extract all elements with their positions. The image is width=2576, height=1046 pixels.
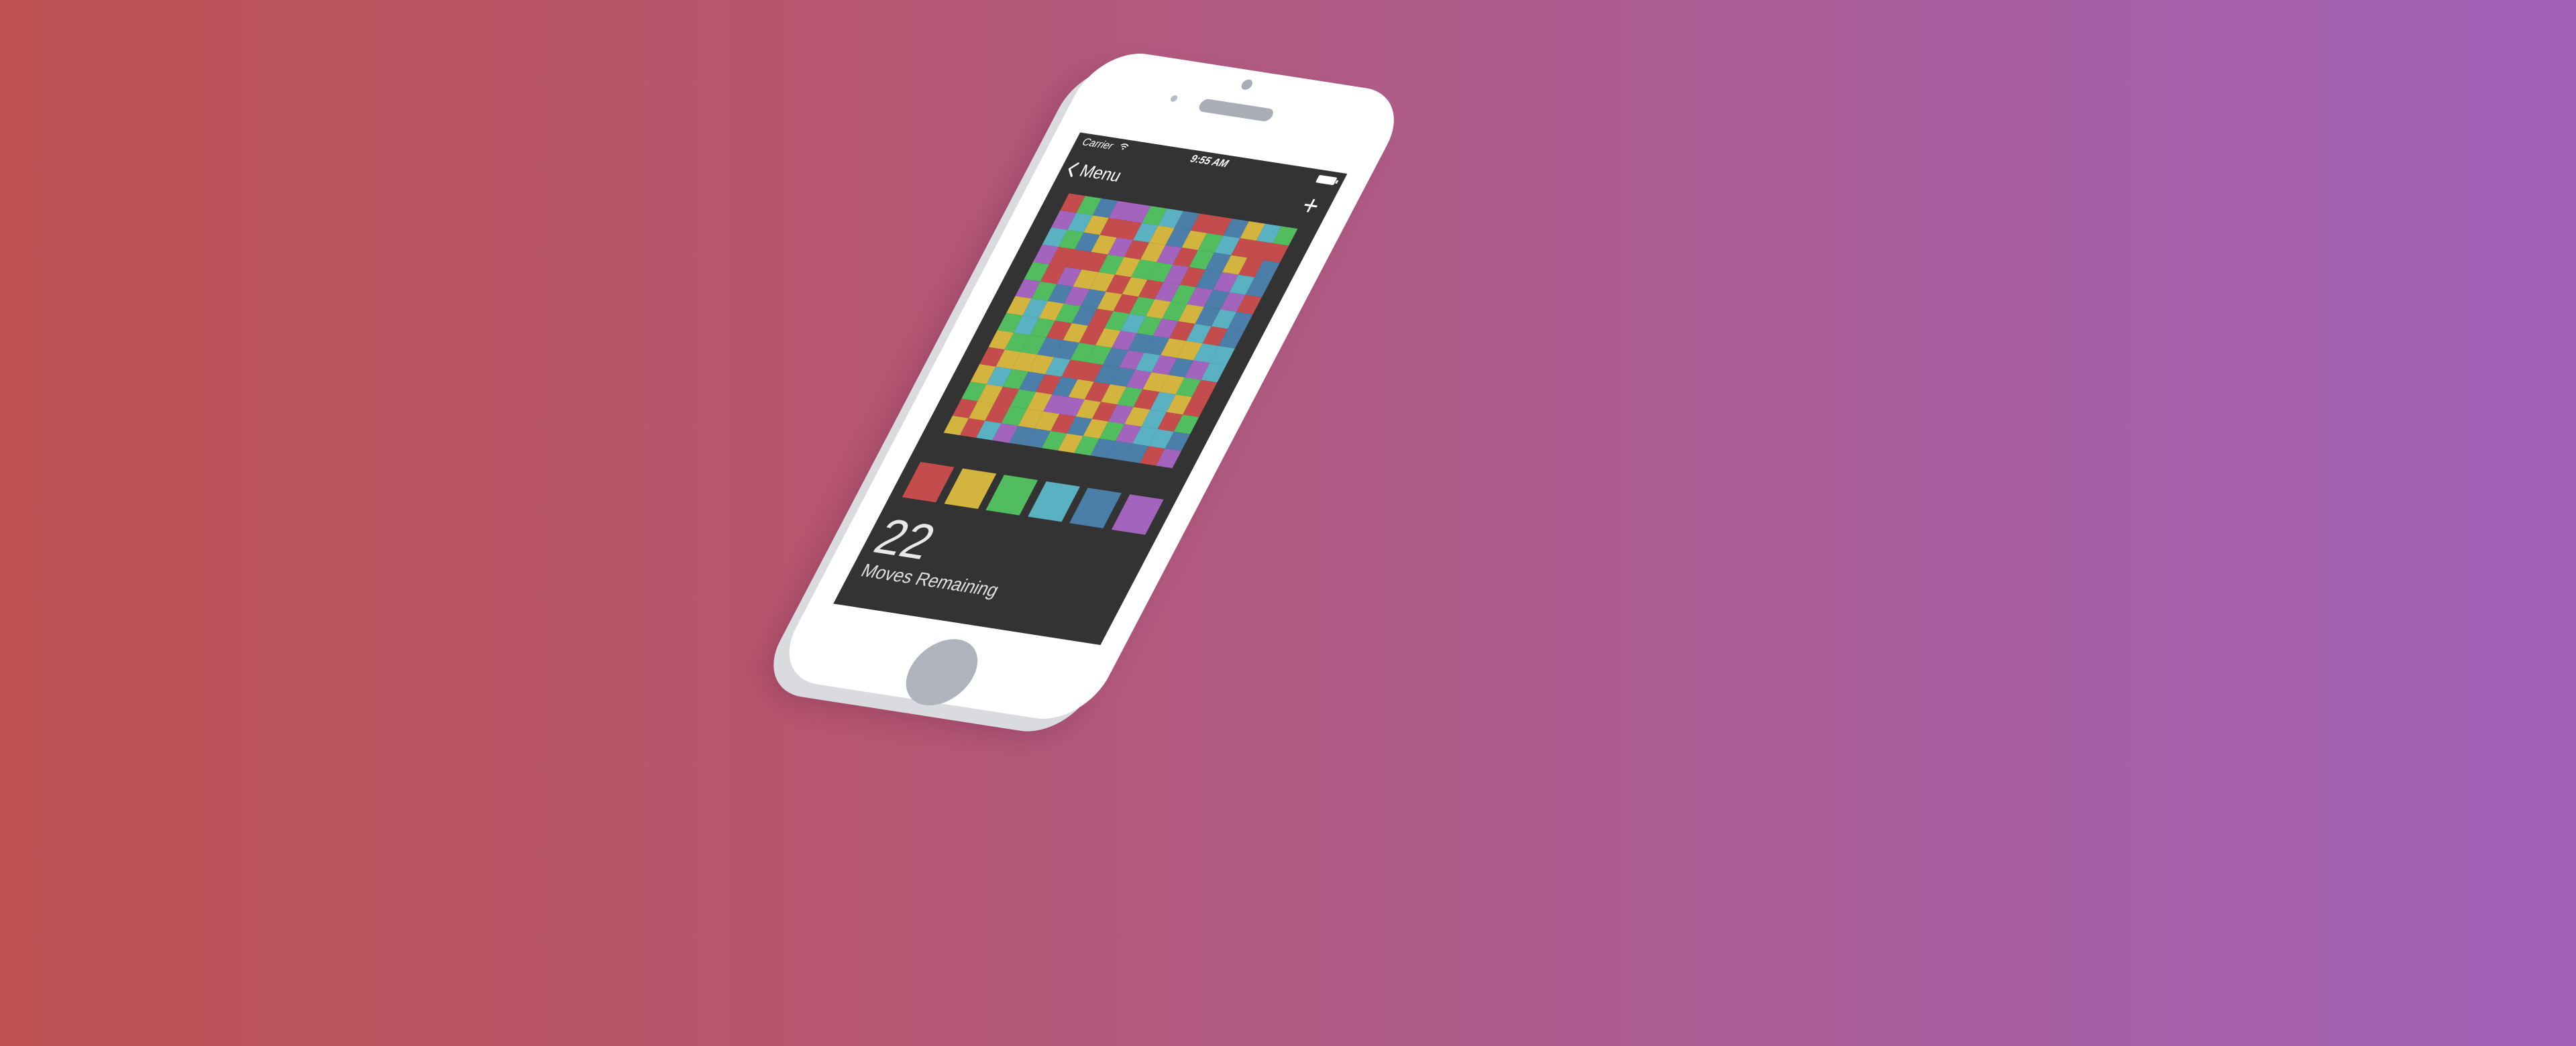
back-to-menu-button[interactable]: Menu (1063, 158, 1126, 186)
color-swatch-yellow[interactable] (944, 468, 996, 509)
color-picker (902, 461, 1164, 535)
front-camera-icon (1239, 78, 1254, 91)
color-swatch-purple[interactable] (1111, 494, 1164, 535)
color-swatch-blue[interactable] (1069, 487, 1122, 528)
device-stage: Carrier 9:55 AM Menu + 22 Moves Remainin… (770, 47, 1650, 999)
moves-remaining-count: 22 (865, 508, 945, 571)
proximity-sensor (1169, 95, 1179, 103)
game-board (943, 193, 1298, 469)
app-screen: Carrier 9:55 AM Menu + 22 Moves Remainin… (833, 132, 1348, 646)
back-button-label: Menu (1076, 160, 1126, 186)
moves-remaining-label: Moves Remaining (857, 560, 1003, 601)
color-swatch-red[interactable] (902, 461, 955, 503)
color-swatch-teal[interactable] (1027, 481, 1080, 522)
home-button[interactable] (893, 634, 991, 710)
add-button[interactable]: + (1296, 189, 1326, 221)
chevron-left-icon (1068, 162, 1080, 177)
color-swatch-green[interactable] (985, 475, 1038, 516)
iphone-device: Carrier 9:55 AM Menu + 22 Moves Remainin… (770, 47, 1413, 725)
background: { "colors": { "red": "#c54c4c", "yellow"… (0, 0, 2576, 1046)
earpiece-speaker (1196, 98, 1276, 123)
